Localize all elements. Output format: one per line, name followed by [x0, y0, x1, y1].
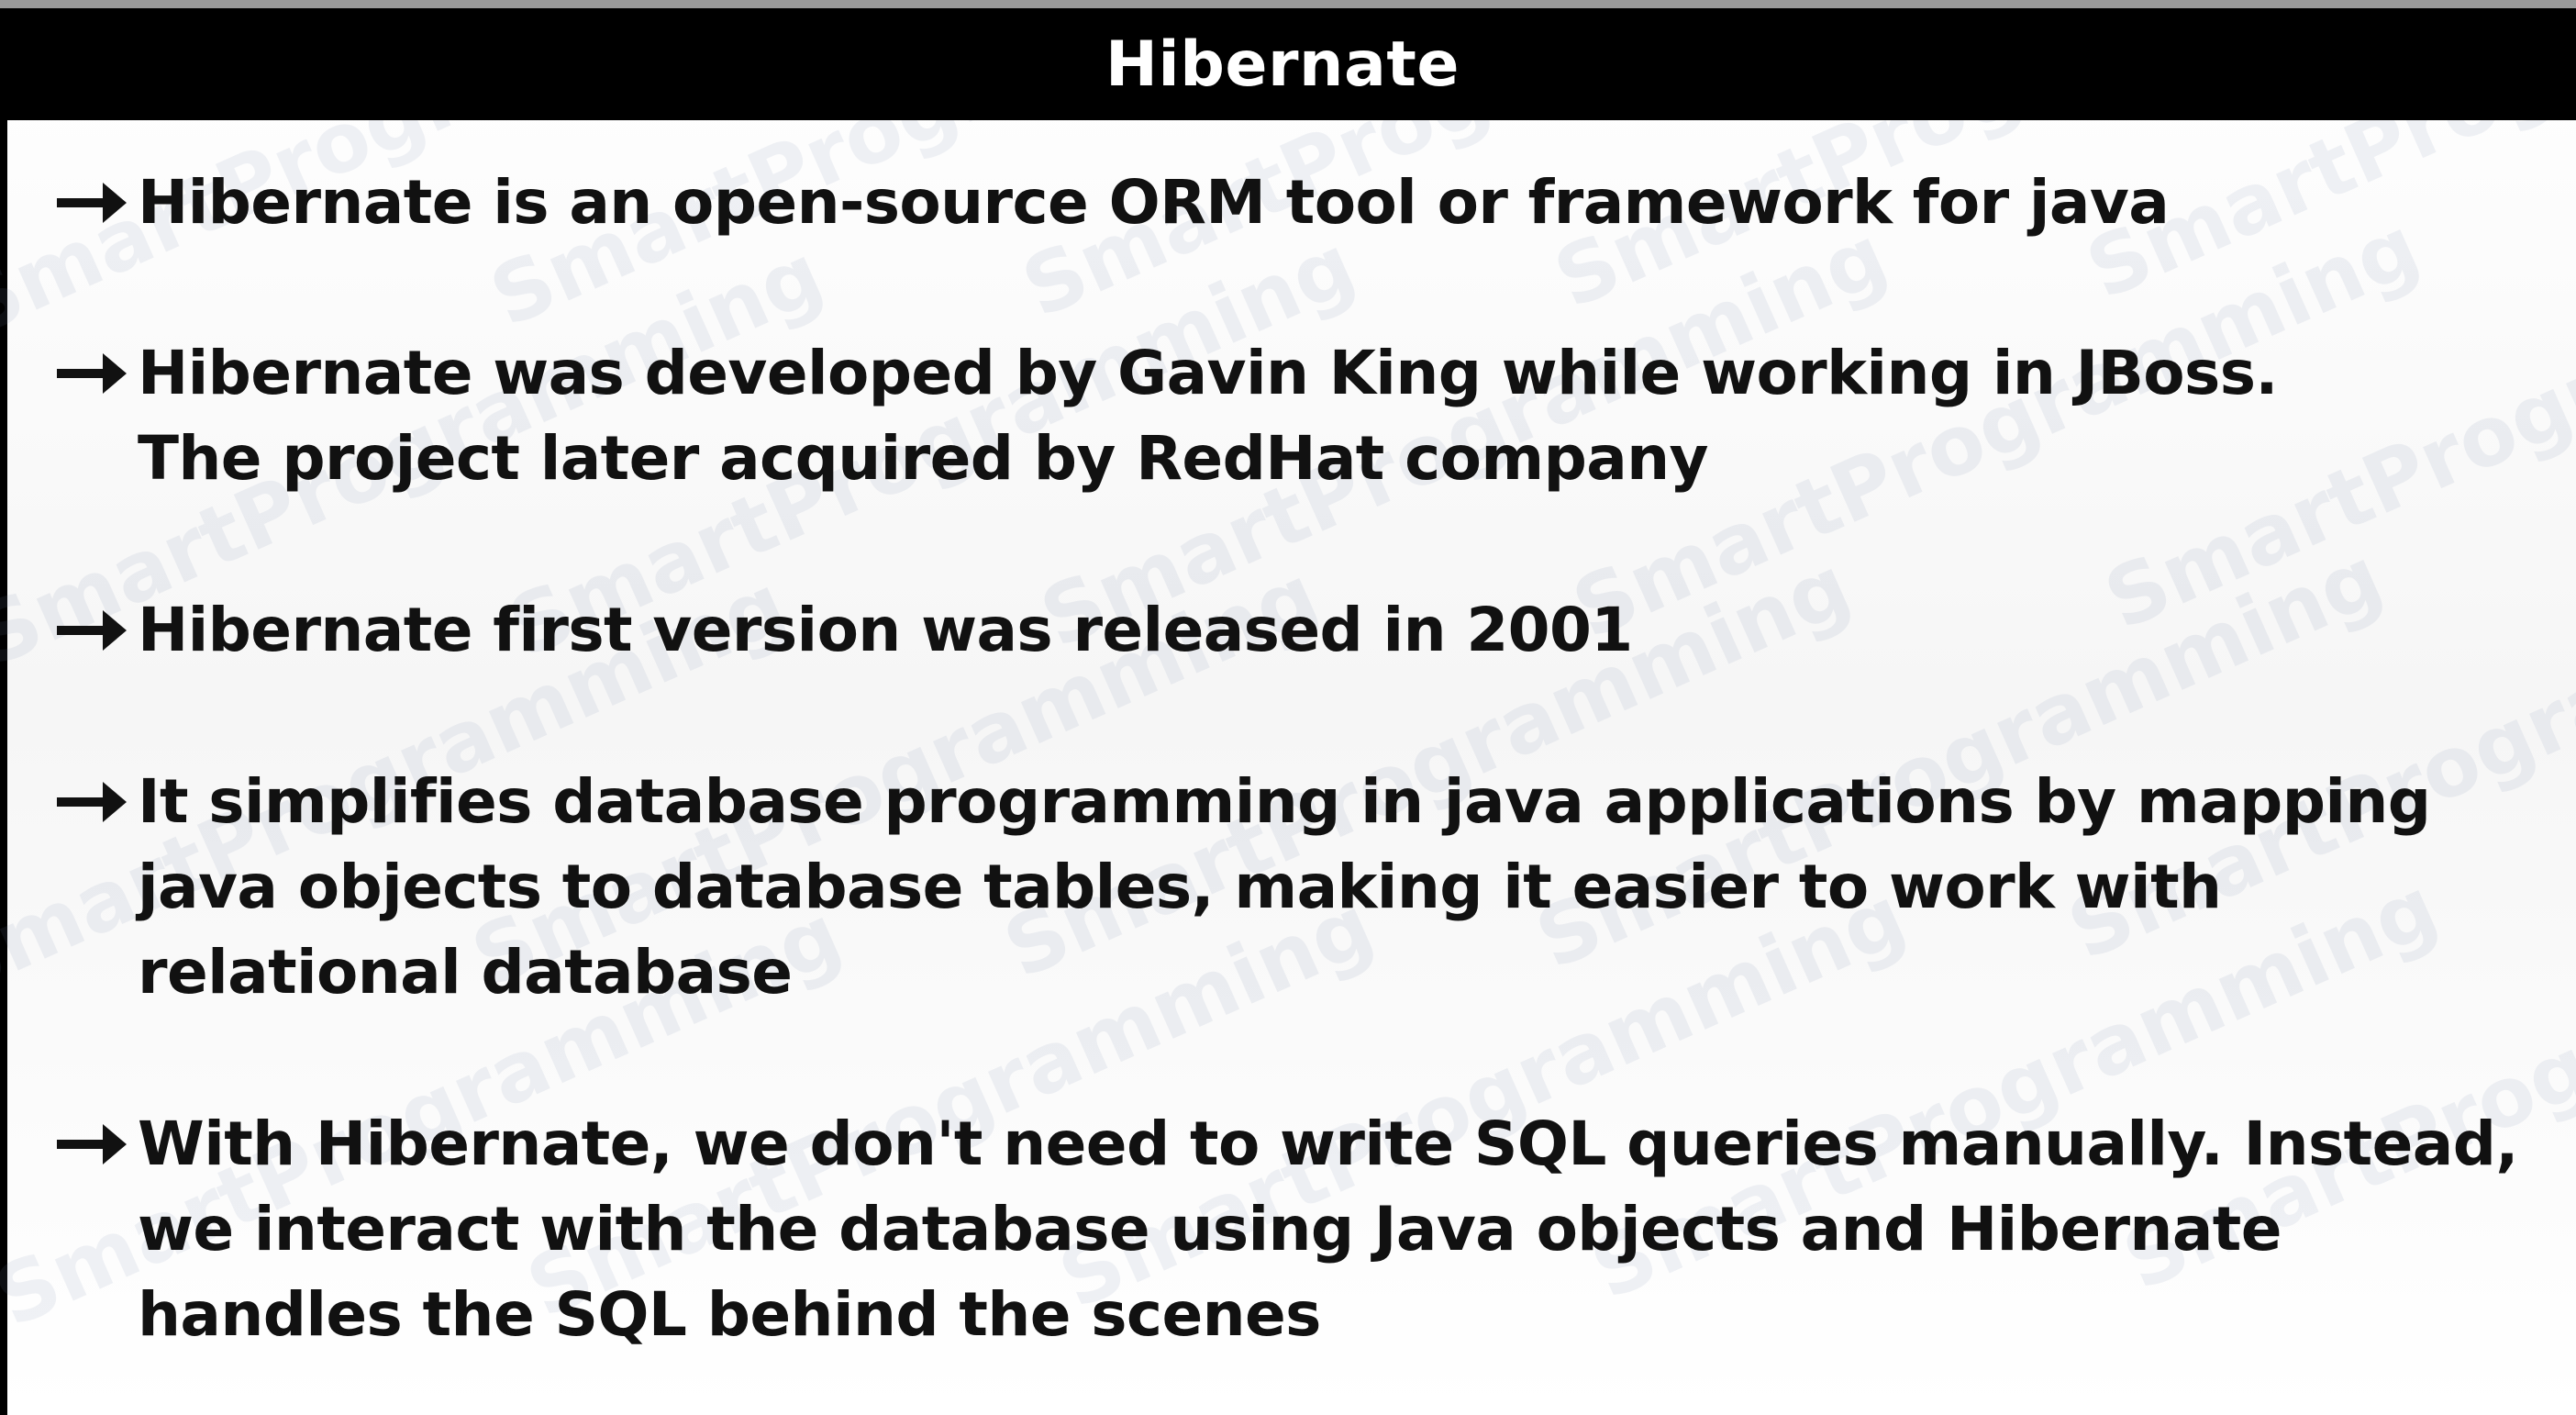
slide-title: Hibernate: [1105, 28, 1460, 101]
bullet-text: Hibernate was developed by Gavin King wh…: [138, 330, 2279, 501]
bullet-line: relational database: [138, 937, 793, 1008]
bullet-line: java objects to database tables, making …: [138, 852, 2222, 922]
bullet-line: we interact with the database using Java…: [138, 1194, 2282, 1265]
arrow-right-icon: [53, 587, 128, 673]
bullet-line: Hibernate first version was released in …: [138, 595, 1633, 665]
arrow-right-icon: [53, 759, 128, 844]
bullet-line: Hibernate is an open-source ORM tool or …: [138, 167, 2170, 238]
arrow-right-icon: [53, 330, 128, 416]
bullet-item: With Hibernate, we don't need to write S…: [53, 1101, 2518, 1357]
slide: Hibernate SmartProgramming SmartProgramm…: [0, 0, 2576, 1415]
left-edge-border: [0, 120, 7, 1415]
bullet-line: With Hibernate, we don't need to write S…: [138, 1109, 2518, 1179]
top-border-line: [0, 0, 2576, 8]
bullet-text: It simplifies database programming in ja…: [138, 759, 2431, 1015]
bullet-text: With Hibernate, we don't need to write S…: [138, 1101, 2518, 1357]
bullet-text: Hibernate is an open-source ORM tool or …: [138, 160, 2170, 245]
bullet-item: It simplifies database programming in ja…: [53, 759, 2431, 1015]
bullet-item: Hibernate was developed by Gavin King wh…: [53, 330, 2279, 501]
title-bar: Hibernate: [0, 8, 2576, 120]
bullet-line: handles the SQL behind the scenes: [138, 1279, 1321, 1350]
bullet-text: Hibernate first version was released in …: [138, 587, 1633, 673]
bullet-line: It simplifies database programming in ja…: [138, 766, 2431, 837]
bullet-item: Hibernate is an open-source ORM tool or …: [53, 160, 2170, 245]
arrow-right-icon: [53, 1101, 128, 1187]
bullet-item: Hibernate first version was released in …: [53, 587, 1633, 673]
arrow-right-icon: [53, 160, 128, 245]
bullet-line: The project later acquired by RedHat com…: [138, 423, 1709, 494]
bullet-line: Hibernate was developed by Gavin King wh…: [138, 338, 2279, 408]
